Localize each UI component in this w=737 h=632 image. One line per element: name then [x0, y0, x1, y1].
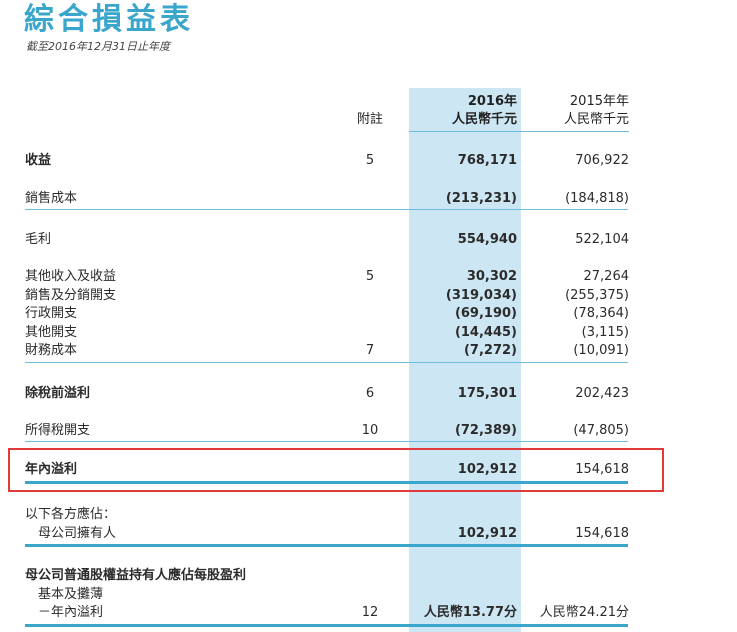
section-rule: [25, 209, 628, 210]
row-label: 銷售成本: [25, 191, 78, 206]
table-row: 所得稅開支 10 (72,389) (47,805): [0, 422, 737, 440]
row-value-2016: (213,231): [445, 191, 517, 206]
table-row: 行政開支 (69,190) (78,364): [0, 305, 737, 323]
row-note: 5: [365, 153, 375, 168]
page-title: 綜合損益表: [24, 2, 194, 37]
row-value-2015: (78,364): [573, 306, 629, 321]
row-label: 收益: [25, 153, 52, 168]
row-note: 10: [361, 423, 379, 438]
row-label: 銷售及分銷開支: [25, 288, 117, 303]
row-value-2016: 175,301: [457, 386, 517, 401]
row-value-2015: 706,922: [575, 153, 629, 168]
header-rule: [409, 131, 629, 132]
table-row: 基本及攤薄: [0, 586, 737, 604]
income-statement-page: 綜合損益表 截至2016年12月31日止年度 附註 2016年 人民幣千元 20…: [0, 0, 737, 632]
table-row: 母公司普通股權益持有人應佔每股盈利: [0, 567, 737, 585]
section-rule: [25, 441, 628, 442]
total-rule: [25, 544, 628, 547]
row-label: 毛利: [25, 232, 52, 247]
total-rule: [25, 624, 628, 627]
row-value-2016: (72,389): [454, 423, 517, 438]
table-row: 以下各方應佔：: [0, 506, 737, 524]
page-subtitle: 截至2016年12月31日止年度: [26, 40, 170, 53]
row-value-2016: (69,190): [454, 306, 517, 321]
column-header-2015-unit: 人民幣千元: [563, 112, 629, 127]
row-value-2015: (3,115): [581, 325, 629, 340]
row-label: 財務成本: [25, 343, 78, 358]
row-value-2015: (255,375): [565, 288, 629, 303]
column-header-2016-year: 2016年: [467, 94, 517, 109]
row-value-2015: 人民幣24.21分: [539, 605, 629, 620]
table-row: 銷售成本 (213,231) (184,818): [0, 190, 737, 208]
row-label: 行政開支: [25, 306, 78, 321]
table-row: 收益 5 768,171 706,922: [0, 152, 737, 170]
row-value-2015: (47,805): [573, 423, 629, 438]
row-value-2015: 202,423: [575, 386, 629, 401]
row-label: 母公司擁有人: [38, 526, 117, 541]
row-label: 除稅前溢利: [25, 386, 91, 401]
row-value-2016: 554,940: [457, 232, 517, 247]
row-note: 5: [365, 269, 375, 284]
row-value-2016: 30,302: [466, 269, 517, 284]
row-value-2015: 522,104: [575, 232, 629, 247]
row-label: 其他開支: [25, 325, 78, 340]
row-label: －年內溢利: [38, 605, 104, 620]
row-label: 其他收入及收益: [25, 269, 117, 284]
row-value-2016: 768,171: [457, 153, 517, 168]
section-rule: [25, 362, 628, 363]
table-row: 財務成本 7 (7,272) (10,091): [0, 342, 737, 360]
row-value-2016: 102,912: [457, 526, 517, 541]
table-row: 除稅前溢利 6 175,301 202,423: [0, 385, 737, 403]
table-row: －年內溢利 12 人民幣13.77分 人民幣24.21分: [0, 604, 737, 622]
row-label: 以下各方應佔：: [25, 507, 117, 522]
row-note: 6: [365, 386, 375, 401]
row-value-2016: (7,272): [463, 343, 517, 358]
row-label: 基本及攤薄: [38, 587, 104, 602]
table-row: 毛利 554,940 522,104: [0, 231, 737, 249]
row-label: 所得稅開支: [25, 423, 91, 438]
row-label: 母公司普通股權益持有人應佔每股盈利: [25, 568, 247, 583]
column-header-2016-unit: 人民幣千元: [451, 112, 517, 127]
row-value-2015: 27,264: [583, 269, 630, 284]
row-value-2015: (184,818): [565, 191, 629, 206]
row-value-2016: (14,445): [454, 325, 517, 340]
row-value-2016: 人民幣13.77分: [423, 605, 517, 620]
row-value-2015: 154,618: [575, 526, 629, 541]
column-header-2015-year: 2015年年: [569, 94, 629, 109]
annotation-highlight-box: [8, 448, 664, 492]
row-value-2015: (10,091): [573, 343, 629, 358]
row-note: 12: [361, 605, 379, 620]
table-row: 其他收入及收益 5 30,302 27,264: [0, 268, 737, 286]
column-header-note: 附註: [357, 112, 384, 127]
table-row: 銷售及分銷開支 (319,034) (255,375): [0, 287, 737, 305]
table-row: 其他開支 (14,445) (3,115): [0, 324, 737, 342]
row-note: 7: [365, 343, 375, 358]
row-value-2016: (319,034): [445, 288, 517, 303]
table-row: 母公司擁有人 102,912 154,618: [0, 525, 737, 543]
